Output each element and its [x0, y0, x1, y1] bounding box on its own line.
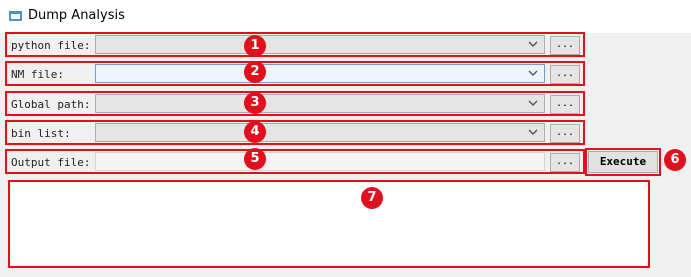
annotation-badge-6: 6 [664, 149, 686, 171]
global-path-browse-button[interactable]: ... [550, 95, 580, 114]
output-file-browse-button[interactable]: ... [550, 153, 580, 172]
title-bar: Dump Analysis [0, 0, 691, 33]
bin-list-label: bin list: [11, 127, 71, 140]
python-file-browse-button[interactable]: ... [550, 36, 580, 55]
nm-file-label: NM file: [11, 68, 64, 81]
annotation-badge-7: 7 [361, 187, 383, 209]
app-window-icon [9, 11, 22, 21]
annotation-badge-3: 3 [244, 92, 266, 114]
output-file-label: Output file: [11, 156, 91, 169]
log-output-area[interactable] [11, 183, 647, 265]
python-file-combo[interactable] [95, 35, 545, 54]
global-path-combo[interactable] [95, 94, 545, 113]
annotation-badge-4: 4 [244, 121, 266, 143]
global-path-label: Global path: [11, 98, 91, 111]
chevron-down-icon[interactable] [528, 98, 538, 108]
output-file-field[interactable] [95, 152, 545, 171]
annotation-badge-1: 1 [244, 35, 266, 57]
window-title: Dump Analysis [28, 8, 125, 23]
chevron-down-icon[interactable] [528, 68, 538, 78]
chevron-down-icon[interactable] [528, 127, 538, 137]
chevron-down-icon[interactable] [528, 39, 538, 49]
python-file-label: python file: [11, 39, 91, 52]
nm-file-combo[interactable] [95, 64, 545, 83]
bin-list-browse-button[interactable]: ... [550, 124, 580, 143]
annotation-badge-2: 2 [244, 61, 266, 83]
nm-file-browse-button[interactable]: ... [550, 65, 580, 84]
annotation-badge-5: 5 [244, 148, 266, 170]
bin-list-combo[interactable] [95, 123, 545, 142]
execute-button[interactable]: Execute [588, 151, 658, 173]
